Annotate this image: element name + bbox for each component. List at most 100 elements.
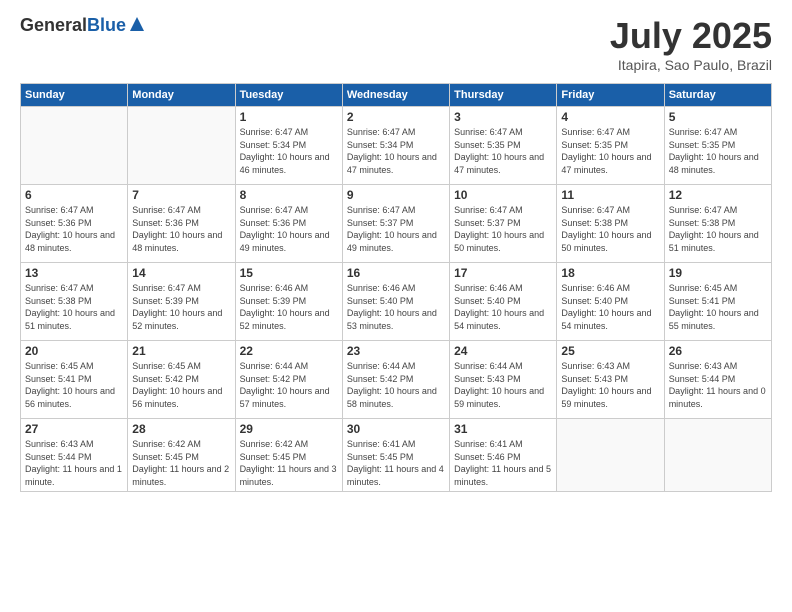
- day-number: 31: [454, 422, 552, 436]
- location: Itapira, Sao Paulo, Brazil: [610, 57, 772, 73]
- day-info: Sunrise: 6:44 AM Sunset: 5:42 PM Dayligh…: [240, 360, 338, 410]
- table-row: 5 Sunrise: 6:47 AM Sunset: 5:35 PM Daylig…: [664, 107, 771, 185]
- day-info: Sunrise: 6:43 AM Sunset: 5:43 PM Dayligh…: [561, 360, 659, 410]
- title-section: July 2025 Itapira, Sao Paulo, Brazil: [610, 15, 772, 73]
- day-info: Sunrise: 6:47 AM Sunset: 5:39 PM Dayligh…: [132, 282, 230, 332]
- day-info: Sunrise: 6:45 AM Sunset: 5:41 PM Dayligh…: [25, 360, 123, 410]
- day-info: Sunrise: 6:44 AM Sunset: 5:42 PM Dayligh…: [347, 360, 445, 410]
- day-info: Sunrise: 6:47 AM Sunset: 5:37 PM Dayligh…: [454, 204, 552, 254]
- table-row: 26 Sunrise: 6:43 AM Sunset: 5:44 PM Dayli…: [664, 341, 771, 419]
- logo-icon: [128, 15, 146, 33]
- table-row: 20 Sunrise: 6:45 AM Sunset: 5:41 PM Dayli…: [21, 341, 128, 419]
- table-row: 1Sunrise: 6:47 AM Sunset: 5:34 PM Daylig…: [235, 107, 342, 185]
- day-info: Sunrise: 6:41 AM Sunset: 5:46 PM Dayligh…: [454, 438, 552, 488]
- day-number: 22: [240, 344, 338, 358]
- table-row: 25 Sunrise: 6:43 AM Sunset: 5:43 PM Dayli…: [557, 341, 664, 419]
- day-number: 18: [561, 266, 659, 280]
- day-number: 8: [240, 188, 338, 202]
- day-number: 19: [669, 266, 767, 280]
- header-saturday: Saturday: [664, 84, 771, 107]
- day-info: Sunrise: 6:41 AM Sunset: 5:45 PM Dayligh…: [347, 438, 445, 488]
- day-info: Sunrise: 6:45 AM Sunset: 5:42 PM Dayligh…: [132, 360, 230, 410]
- day-number: 29: [240, 422, 338, 436]
- day-info: Sunrise: 6:47 AM Sunset: 5:36 PM Dayligh…: [240, 204, 338, 254]
- day-info: Sunrise: 6:43 AM Sunset: 5:44 PM Dayligh…: [669, 360, 767, 410]
- logo-general: GeneralBlue: [20, 15, 126, 36]
- day-info: Sunrise: 6:46 AM Sunset: 5:39 PM Dayligh…: [240, 282, 338, 332]
- table-row: 14 Sunrise: 6:47 AM Sunset: 5:39 PM Dayli…: [128, 263, 235, 341]
- calendar: Sunday Monday Tuesday Wednesday Thursday…: [20, 83, 772, 492]
- table-row: 23Sunrise: 6:44 AM Sunset: 5:42 PM Dayli…: [342, 341, 449, 419]
- table-row: 19 Sunrise: 6:45 AM Sunset: 5:41 PM Dayli…: [664, 263, 771, 341]
- table-row: 4 Sunrise: 6:47 AM Sunset: 5:35 PM Daylig…: [557, 107, 664, 185]
- day-info: Sunrise: 6:42 AM Sunset: 5:45 PM Dayligh…: [132, 438, 230, 488]
- day-number: 28: [132, 422, 230, 436]
- day-number: 12: [669, 188, 767, 202]
- day-number: 5: [669, 110, 767, 124]
- day-info: Sunrise: 6:47 AM Sunset: 5:34 PM Dayligh…: [347, 126, 445, 176]
- table-row: 16 Sunrise: 6:46 AM Sunset: 5:40 PM Dayli…: [342, 263, 449, 341]
- table-row: 7Sunrise: 6:47 AM Sunset: 5:36 PM Daylig…: [128, 185, 235, 263]
- day-number: 20: [25, 344, 123, 358]
- day-info: Sunrise: 6:47 AM Sunset: 5:36 PM Dayligh…: [25, 204, 123, 254]
- day-number: 7: [132, 188, 230, 202]
- day-number: 10: [454, 188, 552, 202]
- table-row: [128, 107, 235, 185]
- table-row: [557, 419, 664, 492]
- table-row: 11 Sunrise: 6:47 AM Sunset: 5:38 PM Dayli…: [557, 185, 664, 263]
- table-row: 6Sunrise: 6:47 AM Sunset: 5:36 PM Daylig…: [21, 185, 128, 263]
- table-row: [21, 107, 128, 185]
- day-number: 9: [347, 188, 445, 202]
- day-number: 14: [132, 266, 230, 280]
- day-info: Sunrise: 6:46 AM Sunset: 5:40 PM Dayligh…: [454, 282, 552, 332]
- day-number: 30: [347, 422, 445, 436]
- day-info: Sunrise: 6:45 AM Sunset: 5:41 PM Dayligh…: [669, 282, 767, 332]
- calendar-week-row: 1Sunrise: 6:47 AM Sunset: 5:34 PM Daylig…: [21, 107, 772, 185]
- day-info: Sunrise: 6:47 AM Sunset: 5:35 PM Dayligh…: [454, 126, 552, 176]
- day-number: 27: [25, 422, 123, 436]
- day-number: 13: [25, 266, 123, 280]
- day-number: 11: [561, 188, 659, 202]
- table-row: 2 Sunrise: 6:47 AM Sunset: 5:34 PM Daylig…: [342, 107, 449, 185]
- header-thursday: Thursday: [450, 84, 557, 107]
- day-number: 17: [454, 266, 552, 280]
- day-info: Sunrise: 6:42 AM Sunset: 5:45 PM Dayligh…: [240, 438, 338, 488]
- calendar-week-row: 6Sunrise: 6:47 AM Sunset: 5:36 PM Daylig…: [21, 185, 772, 263]
- header-tuesday: Tuesday: [235, 84, 342, 107]
- day-info: Sunrise: 6:47 AM Sunset: 5:35 PM Dayligh…: [561, 126, 659, 176]
- table-row: 31 Sunrise: 6:41 AM Sunset: 5:46 PM Dayli…: [450, 419, 557, 492]
- day-info: Sunrise: 6:47 AM Sunset: 5:35 PM Dayligh…: [669, 126, 767, 176]
- header-sunday: Sunday: [21, 84, 128, 107]
- header-wednesday: Wednesday: [342, 84, 449, 107]
- table-row: 10 Sunrise: 6:47 AM Sunset: 5:37 PM Dayli…: [450, 185, 557, 263]
- calendar-week-row: 27 Sunrise: 6:43 AM Sunset: 5:44 PM Dayli…: [21, 419, 772, 492]
- calendar-week-row: 13 Sunrise: 6:47 AM Sunset: 5:38 PM Dayli…: [21, 263, 772, 341]
- table-row: 28 Sunrise: 6:42 AM Sunset: 5:45 PM Dayli…: [128, 419, 235, 492]
- header-monday: Monday: [128, 84, 235, 107]
- table-row: 15 Sunrise: 6:46 AM Sunset: 5:39 PM Dayli…: [235, 263, 342, 341]
- day-number: 26: [669, 344, 767, 358]
- header-friday: Friday: [557, 84, 664, 107]
- day-number: 4: [561, 110, 659, 124]
- day-info: Sunrise: 6:46 AM Sunset: 5:40 PM Dayligh…: [561, 282, 659, 332]
- day-info: Sunrise: 6:47 AM Sunset: 5:34 PM Dayligh…: [240, 126, 338, 176]
- table-row: 22 Sunrise: 6:44 AM Sunset: 5:42 PM Dayli…: [235, 341, 342, 419]
- logo: GeneralBlue: [20, 15, 146, 36]
- day-number: 15: [240, 266, 338, 280]
- day-info: Sunrise: 6:47 AM Sunset: 5:38 PM Dayligh…: [25, 282, 123, 332]
- header: GeneralBlue July 2025 Itapira, Sao Paulo…: [20, 15, 772, 73]
- table-row: 12Sunrise: 6:47 AM Sunset: 5:38 PM Dayli…: [664, 185, 771, 263]
- page: GeneralBlue July 2025 Itapira, Sao Paulo…: [0, 0, 792, 612]
- day-number: 16: [347, 266, 445, 280]
- day-number: 2: [347, 110, 445, 124]
- day-info: Sunrise: 6:46 AM Sunset: 5:40 PM Dayligh…: [347, 282, 445, 332]
- table-row: 17 Sunrise: 6:46 AM Sunset: 5:40 PM Dayli…: [450, 263, 557, 341]
- table-row: 13 Sunrise: 6:47 AM Sunset: 5:38 PM Dayli…: [21, 263, 128, 341]
- table-row: 30 Sunrise: 6:41 AM Sunset: 5:45 PM Dayli…: [342, 419, 449, 492]
- day-number: 25: [561, 344, 659, 358]
- table-row: 21Sunrise: 6:45 AM Sunset: 5:42 PM Dayli…: [128, 341, 235, 419]
- day-info: Sunrise: 6:47 AM Sunset: 5:38 PM Dayligh…: [561, 204, 659, 254]
- day-number: 24: [454, 344, 552, 358]
- weekday-header-row: Sunday Monday Tuesday Wednesday Thursday…: [21, 84, 772, 107]
- day-info: Sunrise: 6:43 AM Sunset: 5:44 PM Dayligh…: [25, 438, 123, 488]
